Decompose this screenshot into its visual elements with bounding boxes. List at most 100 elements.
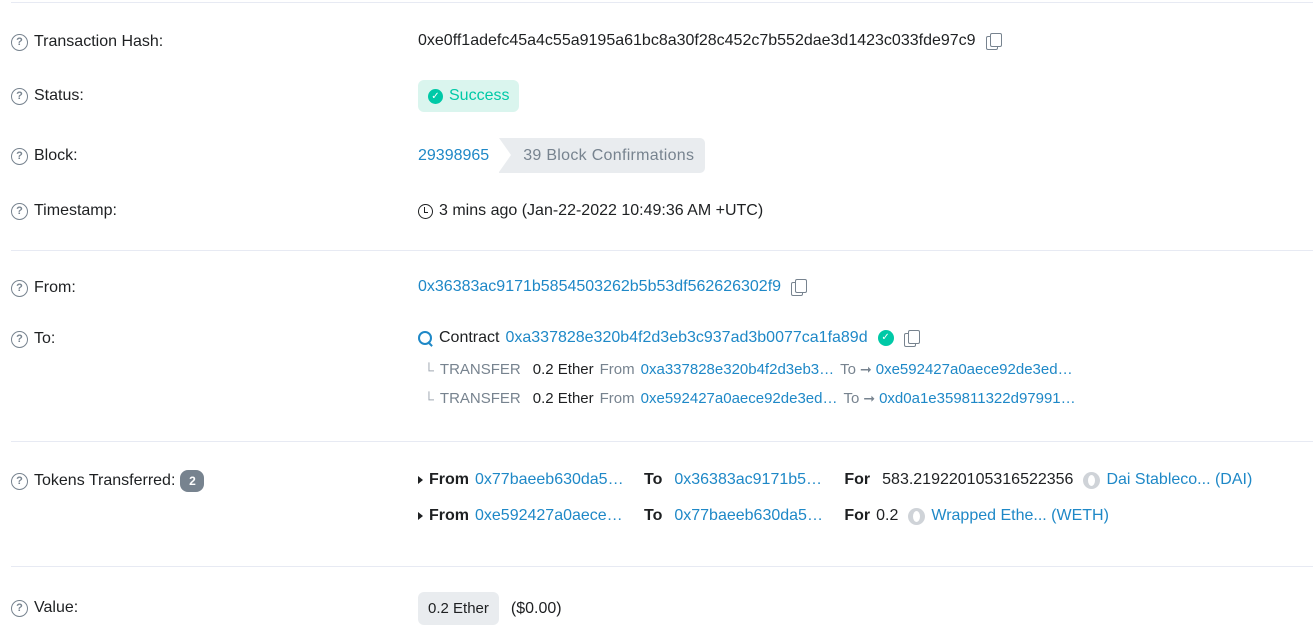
- to-word: To: [840, 361, 856, 378]
- to-label-text: To:: [34, 330, 56, 347]
- status-label-text: Status:: [34, 87, 84, 104]
- internal-from-link[interactable]: 0xe592427a0aece92de3ed…: [641, 390, 838, 407]
- clock-icon: [418, 203, 433, 219]
- to-row: ? To: Contract 0xa337828e320b4f2d3eb3c93…: [11, 329, 1313, 413]
- timestamp-text: 3 mins ago (Jan-22-2022 10:49:36 AM +UTC…: [439, 202, 764, 219]
- top-divider: [11, 2, 1313, 3]
- from-label-text: From:: [34, 279, 76, 296]
- for-word: For: [844, 507, 871, 524]
- from-address-link[interactable]: 0x36383ac9171b5854503262b5b53df562626302…: [418, 278, 781, 296]
- tx-hash-value: 0xe0ff1adefc45a4c55a9195a61bc8a30f28c452…: [418, 32, 1002, 50]
- token-name-link[interactable]: Dai Stableco... (DAI): [1106, 471, 1252, 489]
- check-circle-icon: ✓: [428, 88, 443, 104]
- internal-to-link[interactable]: 0xd0a1e359811322d97991…: [879, 390, 1076, 407]
- from-word: From: [429, 471, 469, 488]
- status-badge: ✓ Success: [418, 80, 520, 112]
- tx-hash-row: ? Transaction Hash: 0xe0ff1adefc45a4c55a…: [11, 30, 1313, 54]
- arrow-right-icon: ➞: [863, 390, 876, 406]
- token-from-link[interactable]: 0x77baeeb630da5…: [475, 471, 638, 489]
- block-row: ? Block: 29398965 39 Block Confirmations: [11, 138, 1313, 173]
- arrow-right-icon: ➞: [860, 361, 872, 377]
- to-label: ? To:: [11, 330, 55, 348]
- transfer-amount: 0.2 Ether: [532, 390, 594, 407]
- to-contract-link[interactable]: 0xa337828e320b4f2d3eb3c937ad3b0077ca1fa8…: [505, 329, 867, 347]
- from-label: ? From:: [11, 279, 76, 297]
- copy-icon[interactable]: [791, 278, 808, 296]
- value-value: 0.2 Ether ($0.00): [418, 592, 562, 625]
- timestamp-label-text: Timestamp:: [34, 202, 117, 219]
- tx-hash-label-text: Transaction Hash:: [34, 33, 164, 50]
- block-number-link[interactable]: 29398965: [418, 147, 489, 165]
- tree-branch-icon: └: [424, 361, 434, 378]
- transfer-type: TRANSFER: [439, 390, 521, 407]
- transfer-type: TRANSFER: [439, 361, 521, 378]
- token-amount: 583.219220105316522356: [882, 471, 1074, 488]
- to-word: To: [644, 507, 663, 524]
- verified-check-icon: ✓: [877, 330, 894, 346]
- block-value: 29398965 39 Block Confirmations: [418, 138, 706, 173]
- timestamp-row: ? Timestamp: 3 mins ago (Jan-22-2022 10:…: [11, 202, 1313, 222]
- section-divider: [11, 566, 1313, 567]
- value-label: ? Value:: [11, 599, 78, 617]
- contract-prefix: Contract: [439, 329, 500, 346]
- help-icon[interactable]: ?: [11, 147, 28, 165]
- tx-hash-text: 0xe0ff1adefc45a4c55a9195a61bc8a30f28c452…: [418, 32, 976, 49]
- token-to-link[interactable]: 0x36383ac9171b5…: [674, 471, 838, 489]
- from-word: From: [599, 361, 635, 378]
- internal-to-link[interactable]: 0xe592427a0aece92de3ed…: [876, 361, 1073, 378]
- internal-from-link[interactable]: 0xa337828e320b4f2d3eb3…: [641, 361, 835, 378]
- token-count-badge: 2: [180, 470, 205, 492]
- status-row: ? Status: ✓ Success: [11, 80, 1313, 112]
- internal-transfer-2: └ TRANSFER 0.2 Ether From 0xe592427a0aec…: [418, 390, 1076, 407]
- help-icon[interactable]: ?: [11, 472, 28, 490]
- help-icon[interactable]: ?: [11, 202, 28, 220]
- block-label-text: Block:: [34, 147, 78, 164]
- caret-right-icon[interactable]: [418, 476, 423, 484]
- status-value: ✓ Success: [418, 80, 520, 112]
- internal-transfer-1: └ TRANSFER 0.2 Ether From 0xa337828e320b…: [418, 361, 1073, 378]
- to-word: To: [644, 471, 663, 488]
- value-usd: ($0.00): [510, 599, 562, 617]
- to-value: Contract 0xa337828e320b4f2d3eb3c937ad3b0…: [418, 329, 920, 347]
- contract-search-icon[interactable]: [418, 330, 433, 346]
- help-icon[interactable]: ?: [11, 279, 28, 297]
- to-word: To: [843, 390, 860, 407]
- value-amount-badge: 0.2 Ether: [418, 592, 499, 625]
- block-label: ? Block:: [11, 147, 78, 165]
- help-icon[interactable]: ?: [11, 330, 28, 348]
- for-word: For: [844, 471, 871, 488]
- help-icon[interactable]: ?: [11, 599, 28, 617]
- copy-icon[interactable]: [985, 32, 1002, 50]
- status-label: ? Status:: [11, 87, 84, 105]
- from-row: ? From: 0x36383ac9171b5854503262b5b53df5…: [11, 278, 1313, 300]
- token-transfer-2: From 0xe592427a0aece… To 0x77baeeb630da5…: [418, 507, 1109, 525]
- copy-icon[interactable]: [903, 329, 920, 347]
- help-icon[interactable]: ?: [11, 33, 28, 51]
- from-value: 0x36383ac9171b5854503262b5b53df562626302…: [418, 278, 808, 296]
- status-text: Success: [449, 87, 510, 104]
- tx-hash-label: ? Transaction Hash:: [11, 33, 163, 51]
- value-row: ? Value: 0.2 Ether ($0.00): [11, 592, 1313, 625]
- token-amount: 0.2: [876, 507, 899, 524]
- help-icon[interactable]: ?: [11, 87, 28, 105]
- tree-branch-icon: └: [424, 390, 434, 407]
- transfer-amount: 0.2 Ether: [532, 361, 594, 378]
- value-label-text: Value:: [34, 599, 79, 616]
- token-from-link[interactable]: 0xe592427a0aece…: [475, 507, 638, 525]
- token-transfer-1: From 0x77baeeb630da5… To 0x36383ac9171b5…: [418, 471, 1252, 489]
- tokens-label: ? Tokens Transferred: 2: [11, 470, 205, 492]
- weth-token-icon: [908, 507, 926, 525]
- caret-right-icon[interactable]: [418, 512, 423, 520]
- token-to-link[interactable]: 0x77baeeb630da5…: [674, 507, 838, 525]
- from-word: From: [429, 507, 469, 524]
- tokens-row: ? Tokens Transferred: 2 From 0x77baeeb63…: [11, 470, 1313, 530]
- section-divider: [11, 441, 1313, 442]
- timestamp-label: ? Timestamp:: [11, 202, 117, 220]
- block-confirmations-badge: 39 Block Confirmations: [499, 138, 706, 173]
- from-word: From: [599, 390, 635, 407]
- token-name-link[interactable]: Wrapped Ethe... (WETH): [931, 507, 1109, 525]
- tokens-label-text: Tokens Transferred:: [34, 472, 176, 489]
- dai-token-icon: [1083, 471, 1101, 489]
- section-divider: [11, 250, 1313, 251]
- timestamp-value: 3 mins ago (Jan-22-2022 10:49:36 AM +UTC…: [418, 202, 763, 220]
